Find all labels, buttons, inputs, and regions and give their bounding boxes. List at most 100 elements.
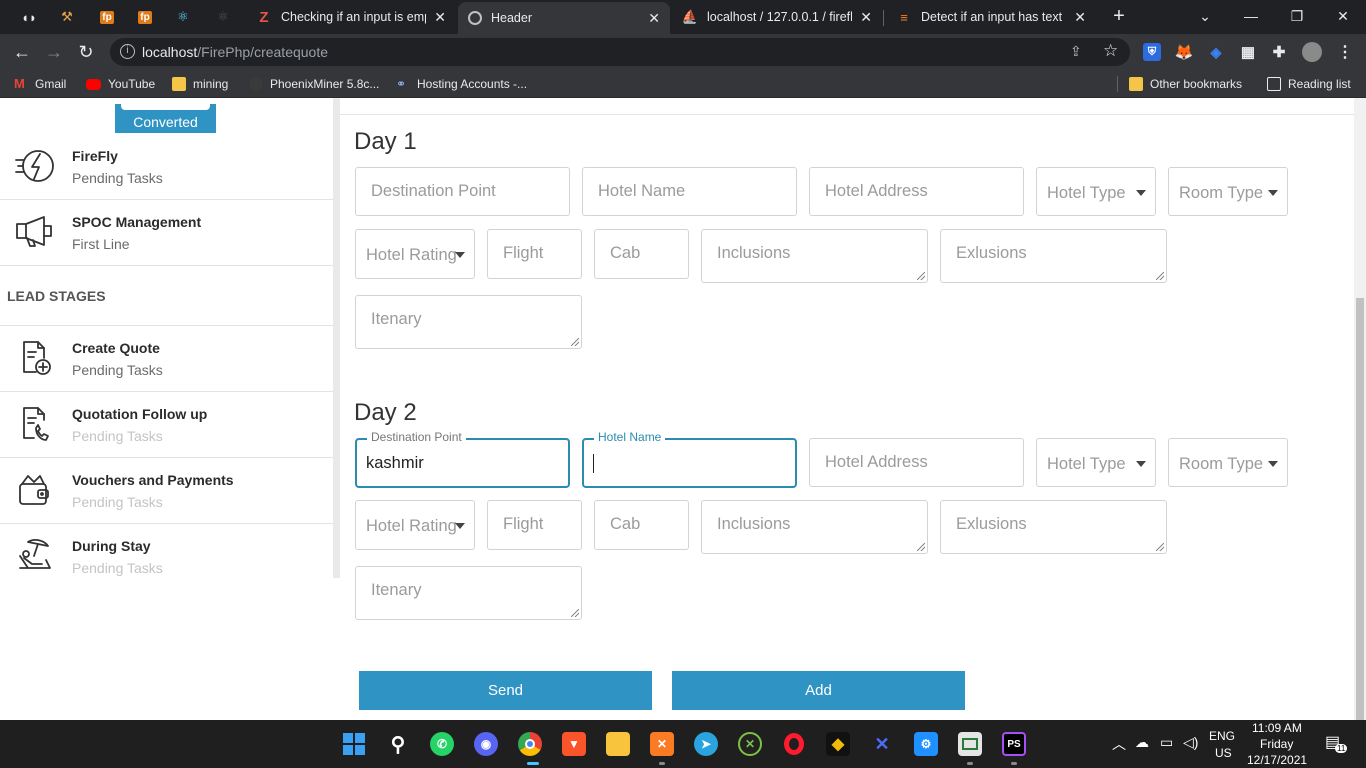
day2-inclusions-textarea[interactable]: Inclusions [701, 500, 928, 554]
day2-cab-input[interactable]: Cab [594, 500, 689, 550]
reload-button[interactable]: ↻ [74, 40, 98, 64]
info-icon[interactable]: i [120, 44, 135, 59]
day1-destination-input[interactable]: Destination Point [355, 167, 570, 216]
qr-extension-icon[interactable]: ▦ [1239, 43, 1257, 61]
pinned-tab-5[interactable]: ⚛ [170, 6, 196, 28]
close-tab-icon[interactable]: ✕ [860, 9, 872, 26]
tab-phpmyadmin[interactable]: ⛵ localhost / 127.0.0.1 / firefly ✕ [672, 0, 882, 34]
day1-cab-input[interactable]: Cab [594, 229, 689, 279]
day1-hotel-rating-select[interactable]: Hotel Rating [355, 229, 475, 279]
resize-grip-icon[interactable] [1156, 543, 1164, 551]
pinned-tab-3[interactable]: fp [94, 6, 120, 28]
add-button[interactable]: Add [672, 671, 965, 710]
bookmark-mining[interactable]: mining [172, 75, 228, 93]
day2-destination-input[interactable]: Destination Point kashmir [355, 430, 570, 488]
back-button[interactable]: ← [10, 40, 34, 64]
bookmark-star-icon[interactable]: ☆ [1103, 41, 1118, 61]
pinned-tab-6[interactable]: ⚛ [210, 6, 236, 28]
binance-app[interactable]: ◆ [826, 732, 850, 756]
chrome-app[interactable] [518, 732, 542, 756]
tab-header[interactable]: Header ✕ [458, 2, 670, 34]
close-tab-icon[interactable]: ✕ [1074, 9, 1086, 26]
address-bar[interactable]: i localhost/FirePhp/createquote ⇪ ☆ [110, 38, 1130, 66]
day2-hotel-address-input[interactable]: Hotel Address [809, 438, 1024, 487]
day1-exclusions-textarea[interactable]: Exlusions [940, 229, 1167, 283]
volume-icon[interactable]: ◁) [1183, 734, 1198, 751]
metamask-extension-icon[interactable]: 🦊 [1175, 43, 1194, 61]
day1-flight-input[interactable]: Flight [487, 229, 582, 279]
bookmark-hosting[interactable]: ⚭ Hosting Accounts -... [396, 75, 527, 93]
crypto-app[interactable]: ✕ [870, 732, 894, 756]
whatsapp-app[interactable]: ✆ [430, 732, 454, 756]
discord-app[interactable]: ◉ [474, 732, 498, 756]
sidebar-item-during-stay[interactable]: During Stay Pending Tasks [0, 524, 333, 590]
day1-itinerary-textarea[interactable]: Itenary [355, 295, 582, 349]
converted-button[interactable]: Converted [115, 104, 216, 133]
cloud-icon[interactable]: ☁ [1135, 734, 1149, 751]
day2-hotel-type-select[interactable]: Hotel Type [1036, 438, 1156, 487]
day2-hotel-name-input[interactable]: Hotel Name [582, 430, 797, 488]
sidebar-item-create-quote[interactable]: Create Quote Pending Tasks [0, 326, 333, 392]
send-button[interactable]: Send [359, 671, 652, 710]
search-button[interactable]: ⚲ [386, 732, 410, 756]
sidebar-item-quotation-follow-up[interactable]: Quotation Follow up Pending Tasks [0, 392, 333, 458]
tab-checking-input[interactable]: Z Checking if an input is empt ✕ [246, 0, 456, 34]
day2-room-type-select[interactable]: Room Type [1168, 438, 1288, 487]
resize-grip-icon[interactable] [917, 543, 925, 551]
xbox-app[interactable]: ✕ [738, 732, 762, 756]
sidebar-scrollbar[interactable] [333, 98, 340, 578]
day2-hotel-rating-select[interactable]: Hotel Rating [355, 500, 475, 550]
brave-app[interactable]: ▼ [562, 732, 586, 756]
day2-exclusions-textarea[interactable]: Exlusions [940, 500, 1167, 554]
resize-grip-icon[interactable] [571, 338, 579, 346]
share-icon[interactable]: ⇪ [1070, 43, 1082, 60]
pinned-tab-2[interactable]: ⚒ [54, 6, 80, 28]
forward-button[interactable]: → [42, 40, 66, 64]
restore-button[interactable]: ❐ [1282, 4, 1312, 28]
pinned-tab-1[interactable]: ◖◗ [16, 6, 42, 28]
opera-app[interactable] [782, 732, 806, 756]
day1-hotel-type-select[interactable]: Hotel Type [1036, 167, 1156, 216]
xampp-app[interactable]: ✕ [650, 732, 674, 756]
phpstorm-app[interactable]: PS [1002, 732, 1026, 756]
close-window-button[interactable]: ✕ [1328, 4, 1358, 28]
day2-itinerary-textarea[interactable]: Itenary [355, 566, 582, 620]
day1-inclusions-textarea[interactable]: Inclusions [701, 229, 928, 283]
day1-hotel-address-input[interactable]: Hotel Address [809, 167, 1024, 216]
bookmark-gmail[interactable]: M Gmail [14, 75, 66, 93]
bookmark-youtube[interactable]: YouTube [86, 75, 155, 93]
resize-grip-icon[interactable] [1156, 272, 1164, 280]
day1-room-type-select[interactable]: Room Type [1168, 167, 1288, 216]
chevron-up-icon[interactable]: ︿ [1112, 734, 1126, 754]
settings-app[interactable]: ⚙ [914, 732, 938, 756]
language-indicator[interactable]: ENG [1209, 729, 1235, 743]
tab-search-button[interactable]: ⌄ [1190, 4, 1220, 28]
profile-avatar[interactable] [1302, 42, 1322, 62]
extension-cube-icon[interactable]: ◈ [1207, 43, 1225, 61]
page-scrollbar-thumb[interactable] [1356, 298, 1364, 720]
clock-time[interactable]: 11:09 AM [1252, 721, 1302, 735]
file-explorer-app[interactable] [606, 732, 630, 756]
day1-hotel-name-input[interactable]: Hotel Name [582, 167, 797, 216]
pinned-tab-4[interactable]: fp [132, 6, 158, 28]
bookmark-phoenixminer[interactable]: PhoenixMiner 5.8c... [249, 75, 379, 93]
day2-flight-input[interactable]: Flight [487, 500, 582, 550]
sidebar-item-spoc-management[interactable]: SPOC Management First Line [0, 200, 333, 266]
windows-start-button[interactable] [342, 732, 366, 756]
new-tab-button[interactable]: + [1104, 4, 1134, 28]
reading-list[interactable]: Reading list [1267, 75, 1351, 93]
resize-grip-icon[interactable] [917, 272, 925, 280]
sidebar-item-firefly[interactable]: FireFly Pending Tasks [0, 134, 333, 200]
close-tab-icon[interactable]: ✕ [648, 10, 660, 27]
minimize-button[interactable]: — [1236, 4, 1266, 28]
network-icon[interactable]: ▭ [1160, 734, 1173, 751]
tab-detect-input[interactable]: ≡ Detect if an input has text in ✕ [886, 0, 1096, 34]
extensions-puzzle-icon[interactable]: ✚ [1270, 43, 1288, 61]
menu-kebab-icon[interactable]: ⋮ [1336, 43, 1354, 61]
sidebar-item-vouchers-payments[interactable]: Vouchers and Payments Pending Tasks [0, 458, 333, 524]
notepad-app[interactable] [958, 732, 982, 756]
telegram-app[interactable]: ➤ [694, 732, 718, 756]
close-tab-icon[interactable]: ✕ [434, 9, 446, 26]
other-bookmarks[interactable]: Other bookmarks [1129, 75, 1242, 93]
resize-grip-icon[interactable] [571, 609, 579, 617]
